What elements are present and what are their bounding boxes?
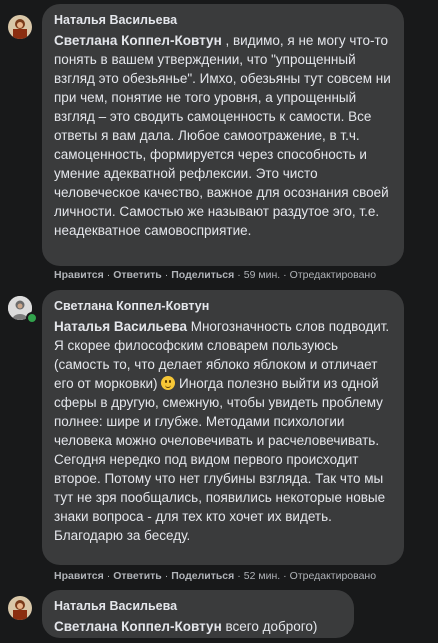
mention-link[interactable]: Светлана Коппел-Ковтун xyxy=(54,33,222,48)
online-status-icon xyxy=(26,312,38,324)
mention-link[interactable]: Наталья Васильева xyxy=(54,319,187,334)
edited-label[interactable]: Отредактировано xyxy=(290,570,376,582)
comment-bubble: Наталья Васильева Светлана Коппел-Ковтун… xyxy=(42,4,404,266)
avatar-natalya[interactable] xyxy=(8,15,32,39)
reply-button[interactable]: Ответить xyxy=(113,570,162,582)
comment-time[interactable]: 52 мин. xyxy=(244,570,280,582)
share-button[interactable]: Поделиться xyxy=(171,269,234,281)
comment-text: Светлана Коппел-Ковтун всего доброго) xyxy=(54,617,342,636)
share-button[interactable]: Поделиться xyxy=(171,570,234,582)
smile-emoji-icon xyxy=(161,376,176,390)
comment-text: Светлана Коппел-Ковтун , видимо, я не мо… xyxy=(54,31,392,240)
mention-link[interactable]: Светлана Коппел-Ковтун xyxy=(54,619,222,634)
like-button[interactable]: Нравится xyxy=(54,570,104,582)
comment-body-part2: Иногда полезно выйти из одной сферы в др… xyxy=(54,376,386,543)
comment-bubble: Светлана Коппел-Ковтун Наталья Васильева… xyxy=(42,290,404,565)
comment-actions: Нравится · Ответить · Поделиться · 52 мин. · Отр… xyxy=(54,570,377,582)
comment-actions: Нравится · Ответить · Поделиться · 59 мин. · Отр… xyxy=(54,269,377,281)
like-button[interactable]: Нравится xyxy=(54,269,104,281)
edited-label[interactable]: Отредактировано xyxy=(290,269,376,281)
comment-body: всего доброго) xyxy=(221,619,318,634)
comment-body: , видимо, я не могу что-то понять в ваше… xyxy=(54,33,391,238)
reply-button[interactable]: Ответить xyxy=(113,269,162,281)
comment-text: Наталья Васильева Многозначность слов по… xyxy=(54,317,392,545)
avatar-natalya[interactable] xyxy=(8,596,32,620)
comment-time[interactable]: 59 мин. xyxy=(244,269,280,281)
comment-author[interactable]: Наталья Васильева xyxy=(54,12,392,28)
comment-author[interactable]: Наталья Васильева xyxy=(54,598,342,614)
comment-bubble: Наталья Васильева Светлана Коппел-Ковтун… xyxy=(42,590,354,638)
comment-author[interactable]: Светлана Коппел-Ковтун xyxy=(54,298,392,314)
